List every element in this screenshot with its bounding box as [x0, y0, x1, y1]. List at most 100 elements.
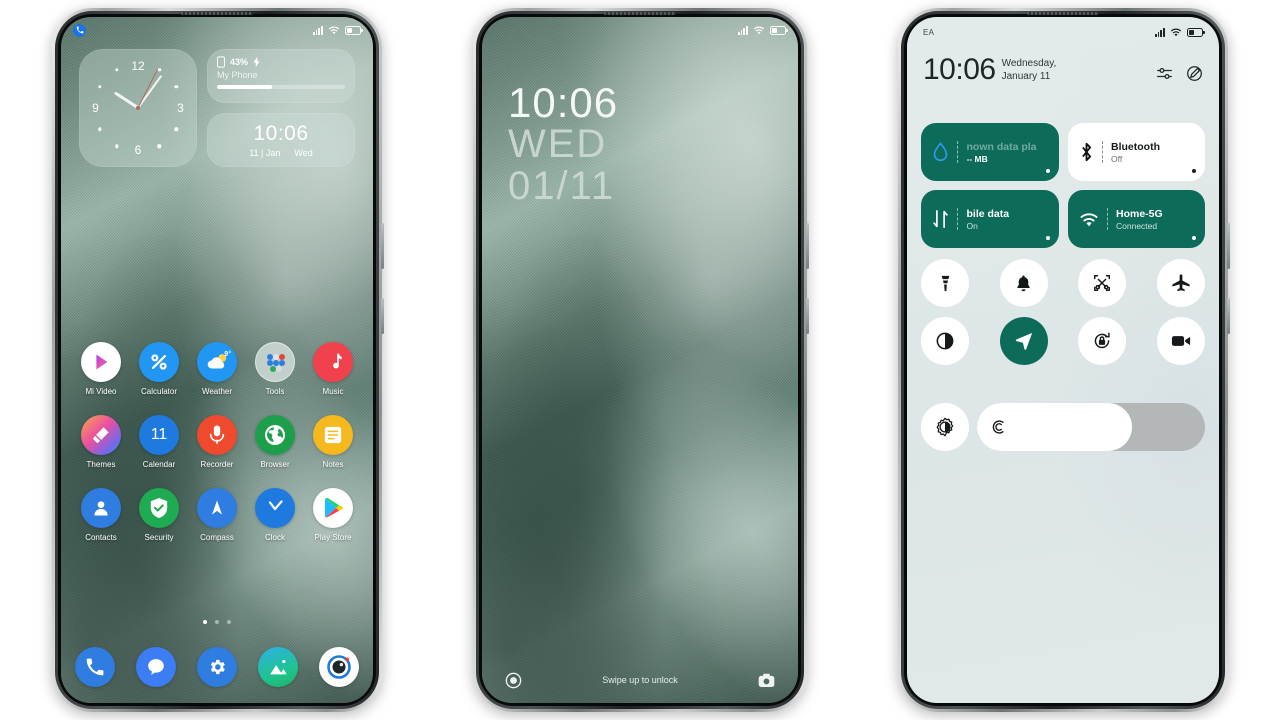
app-music[interactable]: Music	[305, 342, 361, 396]
dark-mode-toggle[interactable]	[921, 317, 969, 365]
clock-number-6: 6	[134, 143, 142, 158]
power-button[interactable]	[806, 223, 809, 269]
page-dot[interactable]	[215, 620, 219, 624]
airplane-mode-toggle[interactable]	[1156, 259, 1205, 307]
clock-face: 12 3 6 9	[79, 49, 197, 167]
battery-icon	[345, 25, 363, 35]
page-dot[interactable]	[227, 620, 231, 624]
weather-temp: 9°	[224, 351, 231, 358]
clock-number-3: 3	[177, 101, 184, 115]
lock-hint-text: Swipe up to unlock	[602, 675, 678, 685]
battery-icon	[1187, 27, 1205, 37]
settings-sliders-icon[interactable]	[1156, 65, 1173, 82]
app-weather[interactable]: 9° Weather	[189, 342, 245, 396]
app-contacts[interactable]: Contacts	[73, 488, 129, 542]
app-recorder[interactable]: Recorder	[189, 415, 245, 469]
phone-dialer-icon[interactable]	[75, 647, 115, 687]
earpiece-speaker	[1027, 12, 1099, 15]
contacts-icon	[81, 488, 121, 528]
data-drop-icon	[932, 142, 949, 162]
charging-bolt-icon	[253, 57, 260, 67]
screen-recorder-toggle[interactable]	[1156, 317, 1205, 365]
control-center-screen: EA 10:06 Wednesday, January 11 nown data…	[907, 17, 1219, 703]
tile-text: Home-5G Connected	[1116, 208, 1163, 231]
app-browser[interactable]: Browser	[247, 415, 303, 469]
power-button[interactable]	[1227, 223, 1230, 269]
app-compass[interactable]: Compass	[189, 488, 245, 542]
flashlight-shortcut-icon[interactable]	[504, 671, 522, 689]
tile-subtitle: Connected	[1116, 220, 1158, 231]
flashlight-toggle[interactable]	[921, 259, 969, 307]
phone-control-center: EA 10:06 Wednesday, January 11 nown data…	[898, 8, 1230, 712]
clock-block: 10:06 Wednesday, January 11	[923, 55, 1080, 85]
signal-bars-icon	[737, 25, 748, 35]
app-label: Play Store	[314, 533, 352, 542]
app-notes[interactable]: Notes	[305, 415, 361, 469]
camera-icon[interactable]	[319, 647, 359, 687]
app-tools-folder[interactable]: Tools	[247, 342, 303, 396]
app-play-store[interactable]: Play Store	[305, 488, 361, 542]
screenshot-toggle[interactable]	[1078, 259, 1127, 307]
signal-bars-icon	[1154, 27, 1165, 37]
dock	[61, 647, 373, 687]
browser-icon	[255, 415, 295, 455]
status-bar: EA	[907, 17, 1219, 47]
location-toggle[interactable]	[999, 317, 1048, 365]
lock-clock: 10:06 WED 01/11	[508, 81, 618, 207]
battery-progress-bar	[217, 85, 345, 89]
tile-data-usage[interactable]: nown data pla -- MB	[921, 123, 1059, 181]
app-calculator[interactable]: Calculator	[131, 342, 187, 396]
phone-call-icon	[73, 23, 86, 37]
analog-clock-widget[interactable]: 12 3 6 9	[79, 49, 197, 167]
tile-title: Bluetooth	[1111, 140, 1160, 153]
app-label: Contacts	[85, 533, 117, 542]
clock-pip	[157, 144, 161, 149]
tile-bluetooth[interactable]: Bluetooth Off	[1067, 123, 1205, 181]
app-row: Themes 11 Calendar Recorder Browser Note…	[73, 415, 361, 469]
app-security[interactable]: Security	[131, 488, 187, 542]
wifi-icon	[1079, 211, 1099, 228]
tile-wifi[interactable]: Home-5G Connected	[1067, 190, 1205, 248]
volume-button[interactable]	[1227, 298, 1230, 334]
tile-mobile-data[interactable]: bile data On	[921, 190, 1059, 248]
tools-folder-icon	[255, 342, 295, 382]
power-button[interactable]	[381, 223, 384, 269]
calendar-icon: 11	[139, 415, 179, 455]
edit-pencil-icon[interactable]	[1186, 65, 1203, 82]
bluetooth-icon	[1079, 142, 1094, 162]
wifi-icon	[329, 26, 339, 35]
brightness-button[interactable]	[921, 403, 969, 451]
battery-icon	[770, 25, 788, 35]
rotation-lock-toggle[interactable]	[1078, 317, 1127, 365]
tile-divider	[1101, 141, 1104, 163]
app-label: Music	[322, 387, 344, 396]
app-calendar[interactable]: 11 Calendar	[131, 415, 187, 469]
clock-number-9: 9	[92, 101, 99, 115]
clock-hour-hand	[113, 91, 139, 110]
clock-icon	[255, 488, 295, 528]
digital-clock-widget[interactable]: 10:06 11 | Jan Wed	[207, 113, 355, 167]
app-clock[interactable]: Clock	[247, 488, 303, 542]
app-themes[interactable]: Themes	[73, 415, 129, 469]
volume-slider[interactable]	[977, 403, 1205, 451]
mi-video-icon	[81, 342, 121, 382]
camera-shortcut-icon[interactable]	[758, 671, 776, 689]
settings-gear-icon[interactable]	[197, 647, 237, 687]
digital-clock-date: 11 | Jan	[249, 147, 281, 158]
control-center-header: 10:06 Wednesday, January 11	[907, 55, 1219, 85]
ringer-toggle[interactable]	[999, 259, 1048, 307]
battery-widget[interactable]: 43% My Phone	[207, 49, 355, 103]
tile-title: Home-5G	[1116, 207, 1163, 220]
tile-indicator-dot	[1045, 169, 1050, 173]
digital-clock-time: 10:06	[253, 121, 309, 145]
app-label: Notes	[322, 460, 344, 469]
app-grid: Mi Video Calculator 9° Weather Tools Mus…	[61, 342, 373, 561]
messages-icon[interactable]	[136, 647, 176, 687]
volume-button[interactable]	[381, 298, 384, 334]
volume-button[interactable]	[806, 298, 809, 334]
app-mi-video[interactable]: Mi Video	[73, 342, 129, 396]
tile-indicator-dot	[1192, 236, 1196, 240]
page-dot-active[interactable]	[203, 620, 207, 624]
lock-screen: 10:06 WED 01/11 Swipe up to unlock	[482, 17, 798, 703]
gallery-icon[interactable]	[258, 647, 298, 687]
